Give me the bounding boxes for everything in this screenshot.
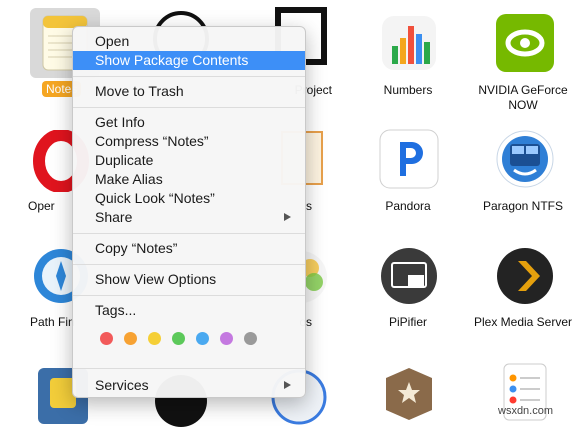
tag-blue-dot[interactable] — [196, 332, 209, 345]
menu-separator — [73, 264, 305, 265]
plex-label[interactable]: Plex Media Server — [463, 315, 576, 330]
menu-item-services-label: Services — [95, 377, 149, 393]
tag-yellow-dot[interactable] — [148, 332, 161, 345]
menu-item-move-to-trash[interactable]: Move to Trash — [73, 82, 305, 101]
menu-item-services[interactable]: Services — [73, 376, 305, 395]
menu-separator — [73, 107, 305, 108]
archive-box-icon[interactable] — [378, 360, 440, 422]
menu-separator — [73, 76, 305, 77]
menu-item-quick-look[interactable]: Quick Look “Notes” — [73, 189, 305, 208]
numbers-label[interactable]: Numbers — [353, 83, 463, 98]
menu-item-copy[interactable]: Copy “Notes” — [73, 239, 305, 258]
plex-icon[interactable] — [494, 245, 556, 307]
paragon-ntfs-icon[interactable] — [494, 128, 556, 190]
menu-item-share[interactable]: Share — [73, 208, 305, 227]
menu-item-tags[interactable]: Tags... — [73, 301, 305, 320]
opera-label[interactable]: Oper — [28, 199, 78, 214]
menu-separator — [73, 368, 305, 369]
menu-item-get-info[interactable]: Get Info — [73, 113, 305, 132]
nvidia-geforce-now-icon[interactable] — [494, 12, 556, 74]
submenu-arrow-icon — [284, 213, 291, 221]
pandora-icon[interactable] — [378, 128, 440, 190]
menu-item-open[interactable]: Open — [73, 32, 305, 51]
paragon-label[interactable]: Paragon NTFS — [468, 199, 576, 214]
tag-green-dot[interactable] — [172, 332, 185, 345]
nvidia-label[interactable]: NVIDIA GeForce NOW — [468, 83, 576, 113]
submenu-arrow-icon — [284, 381, 291, 389]
menu-item-show-package-contents[interactable]: Show Package Contents — [73, 51, 305, 70]
watermark: wsxdn.com — [498, 405, 554, 417]
menu-item-duplicate[interactable]: Duplicate — [73, 151, 305, 170]
menu-item-show-view-options[interactable]: Show View Options — [73, 270, 305, 289]
menu-item-make-alias[interactable]: Make Alias — [73, 170, 305, 189]
pandora-label[interactable]: Pandora — [353, 199, 463, 214]
menu-separator — [73, 295, 305, 296]
menu-item-share-label: Share — [95, 209, 133, 225]
pipifier-label[interactable]: PiPifier — [353, 315, 463, 330]
tag-purple-dot[interactable] — [220, 332, 233, 345]
menu-separator — [73, 233, 305, 234]
tag-red-dot[interactable] — [100, 332, 113, 345]
pipifier-icon[interactable] — [378, 245, 440, 307]
tag-orange-dot[interactable] — [124, 332, 137, 345]
menu-item-compress[interactable]: Compress “Notes” — [73, 132, 305, 151]
context-menu: Open Show Package Contents Move to Trash… — [72, 26, 306, 398]
numbers-icon[interactable] — [378, 12, 440, 74]
tag-gray-dot[interactable] — [244, 332, 257, 345]
